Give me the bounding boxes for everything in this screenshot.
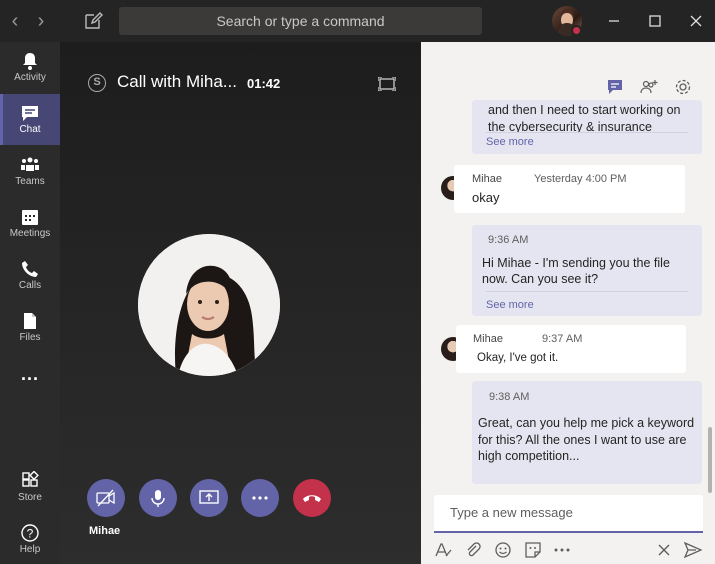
more-icon[interactable]: [553, 541, 571, 559]
microphone-icon: [151, 490, 165, 507]
left-rail: Activity Chat Teams Meetings Calls Files…: [0, 42, 60, 564]
participant-avatar: [138, 234, 280, 376]
hang-up-button[interactable]: [293, 479, 331, 517]
call-title: Call with Miha...: [117, 72, 237, 91]
rail-label: Store: [18, 492, 42, 503]
svg-text:?: ?: [27, 527, 34, 541]
rail-label: Help: [19, 544, 41, 555]
close-icon[interactable]: [655, 541, 673, 559]
call-duration: 01:42: [247, 76, 281, 91]
see-more-link[interactable]: See more: [472, 133, 702, 151]
rail-item-calls[interactable]: Calls: [0, 250, 60, 301]
expand-icon[interactable]: [378, 77, 396, 91]
message-text: and then I need to start working on the …: [488, 103, 681, 132]
bell-icon: [23, 53, 37, 70]
minimize-icon[interactable]: [602, 9, 626, 33]
rail-item-help[interactable]: ? Help: [0, 514, 60, 564]
hang-up-icon: [303, 495, 321, 502]
message-compose-input[interactable]: Type a new message: [434, 495, 703, 533]
rail-label: Calls: [18, 280, 42, 291]
rail-item-activity[interactable]: Activity: [0, 42, 60, 93]
share-screen-icon: [199, 490, 219, 504]
message-bubble: 9:36 AM Hi Mihae - I'm sending you the f…: [472, 225, 702, 316]
title-bar: ‹ › Search or type a command: [0, 0, 715, 42]
more-icon: ...: [20, 364, 39, 384]
rail-item-store[interactable]: Store: [0, 462, 60, 513]
message-bubble: 9:38 AM Great, can you help me pick a ke…: [472, 381, 702, 484]
message-time: 9:38 AM: [489, 391, 530, 403]
rail-item-more[interactable]: ...: [0, 354, 60, 405]
video-off-icon: [96, 489, 115, 507]
rail-label: Meetings: [9, 228, 51, 239]
message-bubble: and then I need to start working on the …: [472, 100, 702, 154]
gear-icon[interactable]: [674, 78, 692, 96]
message-text: okay: [472, 190, 500, 205]
more-icon: [252, 496, 268, 500]
microphone-button[interactable]: [139, 479, 177, 517]
rail-label: Activity: [14, 72, 46, 83]
compose-icon[interactable]: [82, 10, 104, 32]
send-icon[interactable]: [683, 541, 703, 559]
rail-label: Teams: [15, 176, 45, 187]
forward-arrow-icon[interactable]: ›: [30, 8, 52, 34]
message-time: 9:37 AM: [542, 333, 583, 345]
teams-icon: [21, 157, 39, 171]
file-icon: [24, 313, 36, 329]
sender-name: Mihae: [472, 173, 502, 185]
rail-label: Chat: [19, 124, 41, 135]
skype-icon: S: [88, 74, 106, 92]
message-time: Yesterday 4:00 PM: [534, 173, 627, 185]
participant-name: Mihae: [89, 525, 121, 537]
message-bubble: Mihae 9:37 AM Okay, I've got it.: [456, 325, 686, 373]
sticker-icon[interactable]: [524, 541, 542, 559]
message-text: Okay, I've got it.: [477, 352, 559, 364]
chat-pane: and then I need to start working on the …: [421, 42, 715, 564]
attach-icon[interactable]: [464, 541, 482, 559]
emoji-icon[interactable]: [494, 541, 512, 559]
message-time: 9:36 AM: [488, 234, 529, 246]
format-icon[interactable]: [434, 541, 452, 559]
close-icon[interactable]: [684, 9, 708, 33]
rail-item-teams[interactable]: Teams: [0, 146, 60, 197]
help-icon: ?: [21, 524, 39, 542]
video-off-button[interactable]: [87, 479, 125, 517]
maximize-icon[interactable]: [643, 9, 667, 33]
phone-icon: [22, 261, 38, 277]
message-text: Hi Mihae - I'm sending you the file now.…: [482, 256, 670, 286]
back-arrow-icon[interactable]: ‹: [4, 8, 26, 34]
rail-item-meetings[interactable]: Meetings: [0, 198, 60, 249]
share-screen-button[interactable]: [190, 479, 228, 517]
search-input[interactable]: Search or type a command: [119, 7, 482, 35]
rail-item-chat[interactable]: Chat: [0, 94, 60, 145]
message-text: Great, can you help me pick a keyword fo…: [478, 416, 695, 463]
message-bubble: Mihae Yesterday 4:00 PM okay: [454, 165, 685, 213]
add-people-icon[interactable]: [640, 78, 658, 96]
rail-item-files[interactable]: Files: [0, 302, 60, 353]
store-icon: [22, 471, 39, 487]
call-stage: S Call with Miha... 01:42 Mihae: [60, 42, 421, 564]
chat-icon: [22, 106, 38, 121]
chat-icon[interactable]: [606, 78, 624, 96]
more-options-button[interactable]: [241, 479, 279, 517]
rail-label: Files: [19, 332, 41, 343]
sender-name: Mihae: [473, 333, 503, 345]
status-badge: [571, 25, 582, 36]
scrollbar[interactable]: [708, 427, 712, 493]
see-more-link[interactable]: See more: [486, 299, 534, 311]
calendar-icon: [22, 210, 38, 225]
